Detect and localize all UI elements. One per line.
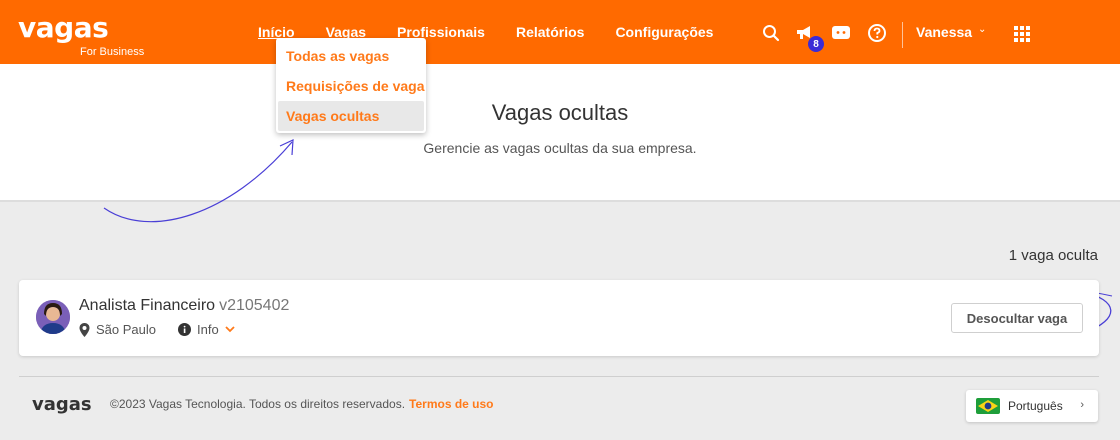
info-toggle-label[interactable]: Info [197, 322, 219, 337]
chat-icon[interactable] [828, 18, 854, 48]
user-menu[interactable]: Vanessa [916, 24, 972, 40]
copyright-text: ©2023 Vagas Tecnologia. Todos os direito… [110, 397, 494, 411]
vagas-dropdown-menu: Todas as vagas Requisições de vaga Vagas… [276, 38, 426, 133]
footer-divider [19, 376, 1099, 377]
notification-badge: 8 [808, 36, 824, 52]
location-pin-icon [79, 322, 90, 337]
logo-wordmark: vagas [18, 11, 109, 44]
unhide-job-button[interactable]: Desocultar vaga [951, 303, 1083, 333]
menu-item-vagas-ocultas[interactable]: Vagas ocultas [278, 101, 424, 131]
chevron-down-icon[interactable]: ⌄ [978, 24, 986, 35]
copyright-label: ©2023 Vagas Tecnologia. Todos os direito… [110, 397, 406, 411]
page-subtitle: Gerencie as vagas ocultas da sua empresa… [423, 140, 697, 156]
page-title: Vagas ocultas [491, 100, 629, 125]
search-icon[interactable] [758, 18, 784, 48]
vagas-logo[interactable]: vagas For Business [18, 11, 144, 59]
job-title[interactable]: Analista Financeiro v2105402 [79, 297, 289, 315]
menu-item-todas-as-vagas[interactable]: Todas as vagas [278, 41, 424, 71]
brazil-flag-icon [976, 398, 1000, 414]
hidden-jobs-count: 1 vaga oculta [1008, 247, 1098, 264]
terms-link[interactable]: Termos de uso [409, 397, 493, 411]
chevron-right-icon: › [1080, 399, 1084, 411]
nav-item-relatorios[interactable]: Relatórios [516, 24, 584, 40]
job-name: Analista Financeiro [79, 297, 216, 314]
language-label: Português [1008, 399, 1063, 413]
footer-logo: vagas [32, 394, 92, 415]
help-icon[interactable] [864, 18, 890, 48]
avatar [36, 300, 70, 334]
top-nav-bar: vagas For Business Início Vagas Profissi… [0, 0, 1120, 64]
job-location: São Paulo [96, 322, 156, 337]
apps-grid-icon[interactable] [1014, 26, 1030, 42]
job-meta: São Paulo Info [79, 322, 235, 337]
chevron-down-icon[interactable] [225, 326, 235, 333]
menu-item-requisicoes-de-vaga[interactable]: Requisições de vaga [278, 71, 425, 101]
language-selector[interactable]: Português › [966, 390, 1098, 422]
page-header: Vagas ocultas Gerencie as vagas ocultas … [0, 64, 1120, 202]
nav-divider [902, 22, 903, 48]
logo-tagline: For Business [80, 46, 145, 58]
info-icon[interactable] [178, 323, 191, 336]
nav-item-configuracoes[interactable]: Configurações [615, 24, 713, 40]
job-code: v2105402 [219, 297, 290, 314]
hidden-job-card: Analista Financeiro v2105402 São Paulo In… [19, 280, 1099, 356]
